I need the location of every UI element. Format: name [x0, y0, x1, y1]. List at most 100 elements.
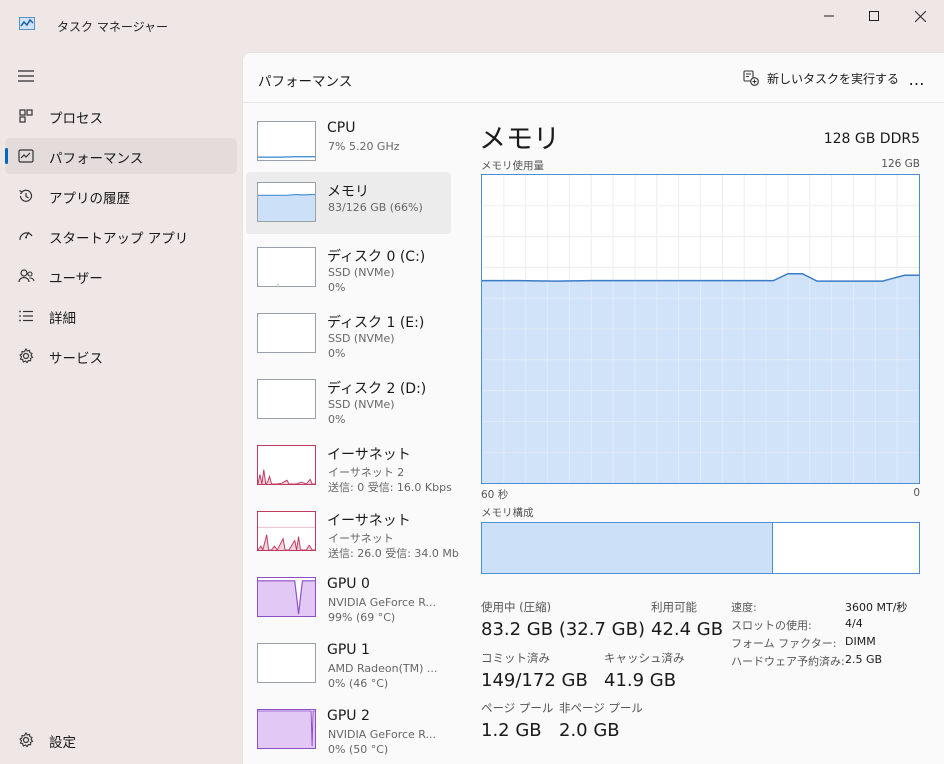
cpu-thumbnail-graph [257, 121, 316, 161]
close-button[interactable] [897, 4, 943, 28]
usage-graph-max: 126 GB [881, 158, 920, 170]
spec-key: スロットの使用: [731, 619, 812, 632]
new-task-icon [743, 70, 759, 86]
maximize-icon [869, 11, 879, 21]
spec-key: フォーム ファクター: [731, 637, 837, 650]
resource-detail: イーサネット [328, 532, 394, 545]
graph-time-start: 60 秒 [481, 489, 509, 501]
resource-usage: 0% [328, 413, 346, 426]
hamburger-menu-icon[interactable] [16, 68, 36, 84]
detail-title: メモリ [479, 124, 560, 155]
nonpaged-pool-value: 2.0 GB [559, 720, 620, 741]
main-pane: パフォーマンス 新しいタスクを実行する … CPU 7% 5.20 GHz メモ… [242, 52, 944, 764]
resource-item-disk-2[interactable]: ディスク 2 (D:) SSD (NVMe) 0% [246, 369, 451, 431]
resource-name: ディスク 2 (D:) [327, 381, 427, 397]
resource-usage: 99% (69 °C) [328, 611, 396, 624]
page-title: パフォーマンス [258, 74, 353, 90]
resource-item-disk-1[interactable]: ディスク 1 (E:) SSD (NVMe) 0% [246, 303, 451, 365]
disk-thumbnail-graph [257, 313, 316, 353]
services-icon [19, 347, 34, 364]
sidebar-item-services[interactable]: サービス [5, 338, 237, 374]
graph-time-end: 0 [913, 487, 920, 499]
processes-icon [19, 109, 33, 123]
spec-key: 速度: [731, 601, 757, 614]
spec-value: DIMM [845, 635, 876, 648]
resource-item-memory[interactable]: メモリ 83/126 GB (66%) [246, 172, 451, 234]
resource-name: CPU [327, 120, 356, 136]
spec-value: 4/4 [845, 617, 863, 630]
resource-detail: SSD (NVMe) [328, 266, 395, 279]
sidebar-item-app-history[interactable]: アプリの履歴 [5, 178, 237, 214]
sidebar-item-label: ユーザー [49, 271, 103, 287]
resource-detail: NVIDIA GeForce R... [328, 596, 437, 609]
ethernet-thumbnail-graph [257, 511, 316, 551]
sidebar-item-settings[interactable]: 設定 [5, 722, 237, 758]
resource-item-cpu[interactable]: CPU 7% 5.20 GHz [246, 111, 451, 173]
sidebar-item-label: アプリの履歴 [49, 191, 130, 207]
resource-name: ディスク 0 (C:) [327, 249, 426, 265]
cached-label: キャッシュ済み [604, 651, 685, 665]
resource-detail: NVIDIA GeForce R... [328, 728, 437, 741]
available-label: 利用可能 [651, 600, 697, 614]
paged-pool-label: ページ プール [481, 701, 554, 715]
maximize-button[interactable] [851, 4, 897, 28]
resource-usage: 0% [328, 281, 346, 294]
disk-thumbnail-graph [257, 247, 316, 287]
memory-thumbnail-graph [257, 182, 316, 222]
resource-detail: SSD (NVMe) [328, 332, 395, 345]
minimize-button[interactable] [806, 4, 852, 28]
committed-value: 149/172 GB [481, 670, 588, 691]
resource-name: GPU 2 [327, 708, 370, 724]
composition-in-use [482, 523, 773, 573]
resource-detail: AMD Radeon(TM) ... [328, 662, 438, 675]
more-options-button[interactable]: … [903, 67, 931, 91]
resource-name: イーサネット [327, 447, 411, 463]
memory-spec: 128 GB DDR5 [823, 131, 920, 147]
resource-item-gpu-0[interactable]: GPU 0 NVIDIA GeForce R... 99% (69 °C) [246, 567, 451, 629]
spec-key: ハードウェア予約済み: [731, 655, 845, 668]
ethernet-thumbnail-graph [257, 445, 316, 485]
resource-usage: 0% (46 °C) [328, 677, 389, 690]
sidebar-item-label: 詳細 [49, 311, 76, 327]
gear-icon [19, 731, 34, 748]
sidebar-item-label: スタートアップ アプリ [49, 231, 189, 247]
in-use-label: 使用中 (圧縮) [481, 600, 552, 614]
resource-item-ethernet-2[interactable]: イーサネット イーサネット 2 送信: 0 受信: 16.0 Kbps [246, 435, 452, 497]
cached-value: 41.9 GB [604, 670, 677, 691]
disk-thumbnail-graph [257, 379, 316, 419]
run-new-task-button[interactable]: 新しいタスクを実行する [743, 66, 899, 90]
history-icon [19, 189, 33, 202]
settings-label: 設定 [49, 735, 76, 751]
title-bar: タスク マネージャー [0, 0, 944, 40]
sidebar-item-label: パフォーマンス [49, 151, 144, 167]
sidebar-item-label: プロセス [49, 111, 103, 127]
page-header: パフォーマンス 新しいタスクを実行する … [243, 53, 944, 103]
resource-name: GPU 1 [327, 642, 370, 658]
sidebar-item-startup-apps[interactable]: スタートアップ アプリ [5, 218, 237, 254]
gpu-thumbnail-graph [257, 709, 316, 749]
resource-usage: 0% [328, 347, 346, 360]
memory-composition-bar [481, 522, 920, 574]
spec-value: 3600 MT/秒 [845, 601, 908, 614]
details-icon [19, 310, 33, 322]
resource-item-disk-0[interactable]: ディスク 0 (C:) SSD (NVMe) 0% [246, 237, 451, 299]
sidebar-item-details[interactable]: 詳細 [5, 298, 237, 334]
gpu-thumbnail-graph [257, 577, 316, 617]
minimize-icon [824, 15, 834, 17]
sidebar-item-processes[interactable]: プロセス [5, 98, 237, 134]
resource-list: CPU 7% 5.20 GHz メモリ 83/126 GB (66%) ディスク… [246, 111, 459, 761]
task-manager-app-icon [19, 17, 35, 30]
resource-name: イーサネット [327, 513, 411, 529]
resource-detail: イーサネット 2 [328, 466, 405, 479]
sidebar-item-users[interactable]: ユーザー [5, 258, 237, 294]
spec-value: 2.5 GB [845, 653, 883, 666]
resource-usage: 送信: 26.0 受信: 34.0 Mb [328, 547, 459, 560]
sidebar-item-performance[interactable]: パフォーマンス [5, 138, 237, 174]
resource-item-gpu-2[interactable]: GPU 2 NVIDIA GeForce R... 0% (50 °C) [246, 699, 451, 761]
available-value: 42.4 GB [651, 619, 724, 640]
resource-detail: SSD (NVMe) [328, 398, 395, 411]
run-new-task-label: 新しいタスクを実行する [767, 71, 900, 86]
resource-item-gpu-1[interactable]: GPU 1 AMD Radeon(TM) ... 0% (46 °C) [246, 633, 451, 695]
resource-item-ethernet[interactable]: イーサネット イーサネット 送信: 26.0 受信: 34.0 Mb [246, 501, 459, 563]
resource-detail: 83/126 GB (66%) [328, 201, 423, 214]
